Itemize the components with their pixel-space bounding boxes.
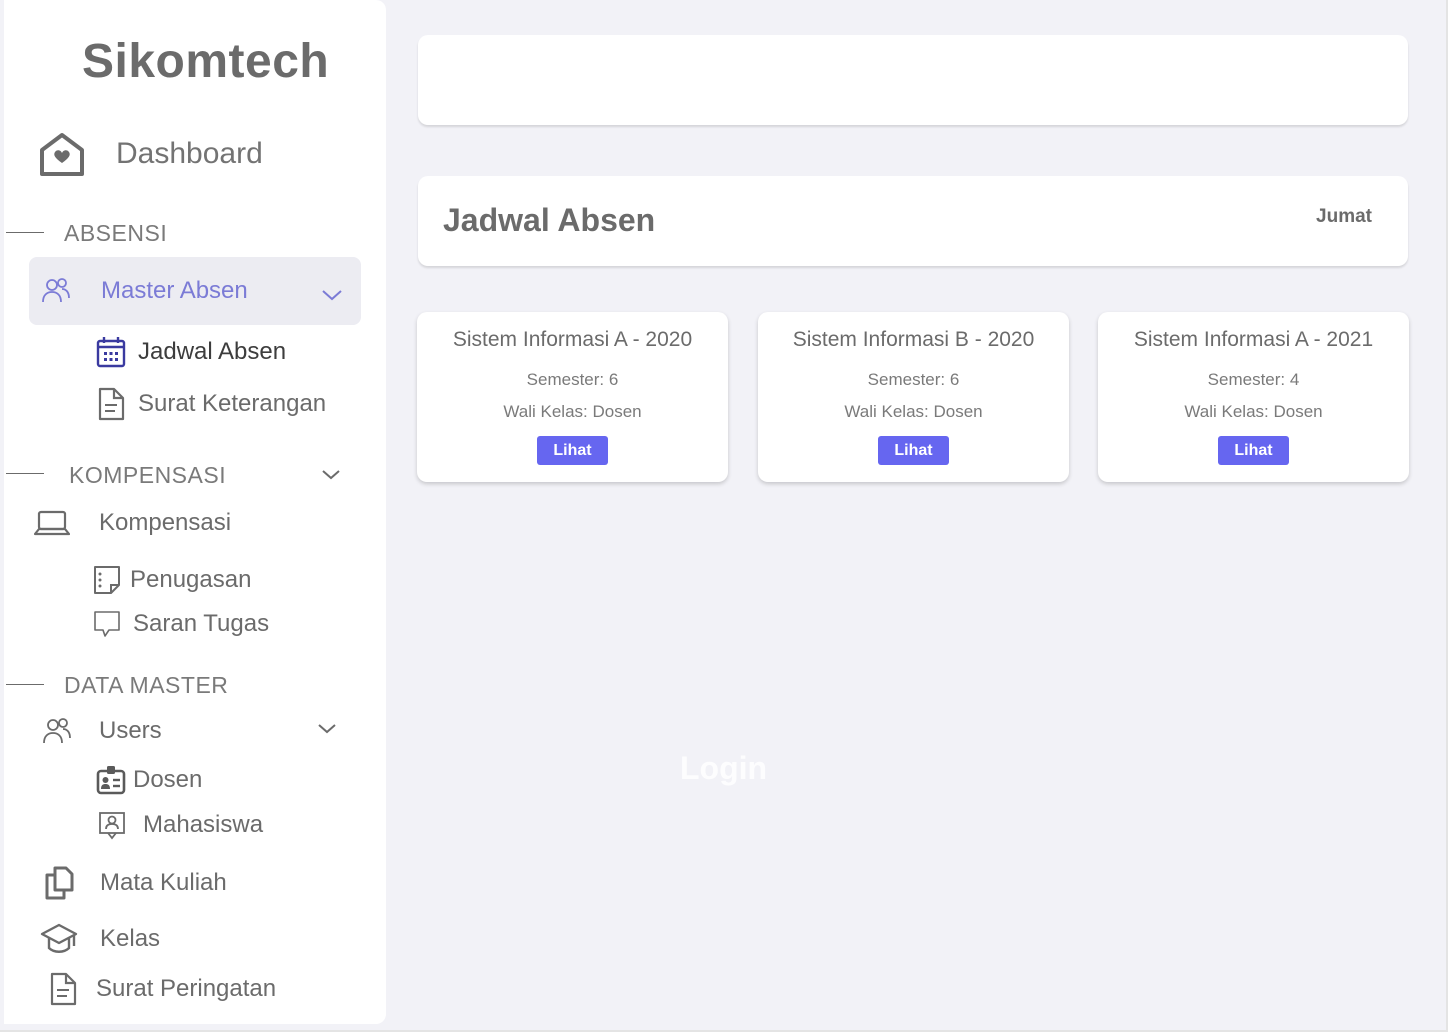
sidebar-item-mahasiswa[interactable]: Mahasiswa <box>98 810 263 840</box>
class-card-semester: Semester: 6 <box>526 370 619 389</box>
class-card: Sistem Informasi B - 2020 Semester: 6 Wa… <box>758 312 1069 482</box>
sidebar-item-kompensasi[interactable]: Kompensasi <box>34 508 231 538</box>
class-card: Sistem Informasi A - 2021 Semester: 4 Wa… <box>1098 312 1409 482</box>
class-card-wali: Wali Kelas: Dosen <box>844 402 983 421</box>
sidebar-item-penugasan[interactable]: Penugasan <box>92 564 251 596</box>
home-heart-icon <box>40 133 84 176</box>
sidebar-item-label: Kelas <box>100 925 161 952</box>
class-card-title: Sistem Informasi A - 2021 <box>1133 328 1374 351</box>
class-card-wali: Wali Kelas: Dosen <box>503 402 642 421</box>
day-label: Jumat <box>1316 206 1372 227</box>
sidebar-item-label: Surat Keterangan <box>138 390 327 417</box>
sidebar-item-label: Dosen <box>133 766 203 793</box>
section-kompensasi: KOMPENSASI <box>69 462 227 488</box>
sidebar-item-master-absen[interactable]: Master Absen <box>29 257 361 325</box>
document-icon <box>50 972 77 1006</box>
chevron-down-icon[interactable] <box>316 722 338 736</box>
class-card-semester: Semester: 4 <box>1207 370 1300 389</box>
copy-documents-icon <box>45 866 74 900</box>
sidebar-item-users[interactable]: Users <box>42 716 162 746</box>
sidebar-item-label: Users <box>99 717 162 744</box>
divider <box>6 473 44 474</box>
document-icon <box>98 387 125 421</box>
divider <box>6 684 44 685</box>
sidebar: Sikomtech Dashboard ABSENSI Master Absen <box>4 0 386 1024</box>
id-badge-icon <box>96 766 126 795</box>
sidebar-item-mata-kuliah[interactable]: Mata Kuliah <box>44 866 227 900</box>
top-bar <box>418 35 1408 125</box>
speech-bubble-icon <box>94 611 120 637</box>
lihat-button[interactable]: Lihat <box>878 436 949 465</box>
sidebar-item-dosen[interactable]: Dosen <box>96 764 202 796</box>
chevron-down-icon[interactable] <box>320 468 342 482</box>
graduation-cap-icon <box>40 923 78 953</box>
sidebar-item-surat-keterangan[interactable]: Surat Keterangan <box>96 386 326 422</box>
class-card-wali: Wali Kelas: Dosen <box>1184 402 1323 421</box>
sidebar-item-label: Kompensasi <box>99 509 232 536</box>
laptop-icon <box>34 510 70 536</box>
calendar-icon <box>96 337 126 368</box>
lihat-button[interactable]: Lihat <box>1218 436 1289 465</box>
lihat-button[interactable]: Lihat <box>537 436 608 465</box>
class-card: Sistem Informasi A - 2020 Semester: 6 Wa… <box>417 312 728 482</box>
sidebar-item-dashboard[interactable]: Dashboard <box>38 128 263 180</box>
sidebar-item-kelas[interactable]: Kelas <box>40 922 160 956</box>
ghost-login-text: Login <box>680 750 768 786</box>
sidebar-item-label: Surat Peringatan <box>96 975 277 1002</box>
class-card-semester: Semester: 6 <box>867 370 960 389</box>
page-header: Jadwal Absen Jumat <box>418 176 1408 266</box>
class-card-title: Sistem Informasi A - 2020 <box>452 328 693 351</box>
sidebar-item-label: Saran Tugas <box>133 610 270 637</box>
section-absensi: ABSENSI <box>64 220 168 246</box>
sidebar-item-surat-peringatan[interactable]: Surat Peringatan <box>48 971 276 1007</box>
student-card-icon <box>99 812 125 840</box>
chevron-down-icon[interactable] <box>321 288 343 302</box>
class-card-title: Sistem Informasi B - 2020 <box>792 328 1035 351</box>
sidebar-item-saran-tugas[interactable]: Saran Tugas <box>92 609 269 639</box>
sidebar-item-label: Mahasiswa <box>143 811 264 838</box>
brand-logo: Sikomtech <box>82 35 330 88</box>
sidebar-item-label: Mata Kuliah <box>100 869 227 896</box>
section-data-master: DATA MASTER <box>64 672 229 698</box>
sidebar-item-label: Jadwal Absen <box>138 338 287 365</box>
sidebar-item-label: Penugasan <box>130 566 252 593</box>
users-icon <box>43 718 71 744</box>
divider <box>6 232 44 233</box>
task-note-icon <box>94 566 120 594</box>
page-title: Jadwal Absen <box>443 202 656 238</box>
sidebar-item-jadwal-absen[interactable]: Jadwal Absen <box>96 336 286 368</box>
sidebar-item-label: Master Absen <box>101 277 248 304</box>
sidebar-item-label: Dashboard <box>116 137 263 170</box>
users-icon <box>42 278 70 303</box>
